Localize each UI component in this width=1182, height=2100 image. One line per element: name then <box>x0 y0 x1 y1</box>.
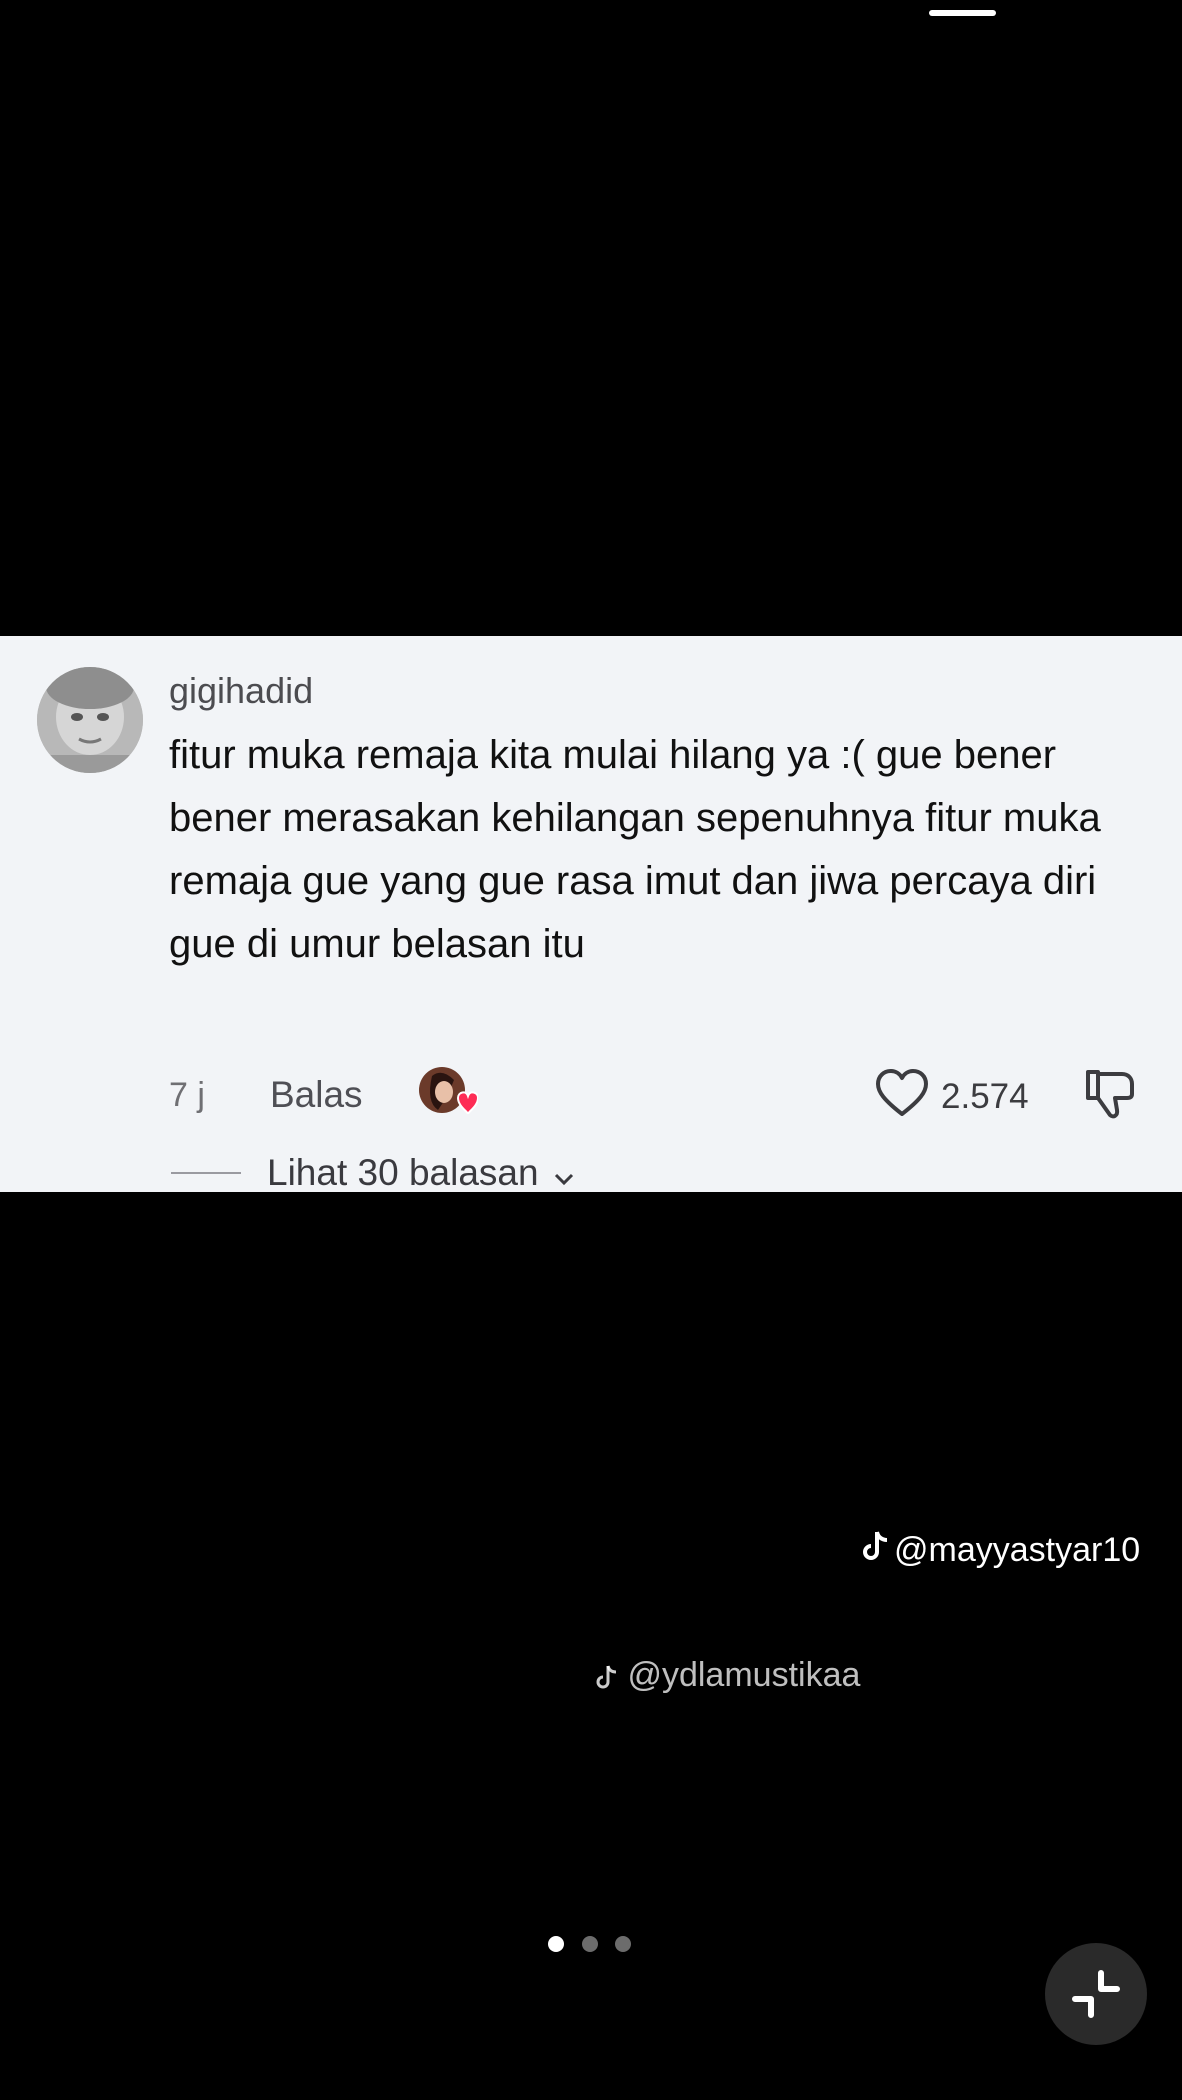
view-replies-button[interactable]: Lihat 30 balasan <box>267 1152 575 1196</box>
chevron-down-icon <box>553 1154 575 1196</box>
tiktok-logo-icon <box>596 1656 627 1694</box>
exit-fullscreen-button[interactable] <box>1045 1943 1147 2045</box>
comment-username[interactable]: gigihadid <box>169 670 313 712</box>
creator-handle: @mayyastyar10 <box>894 1531 1141 1569</box>
comment-text: fitur muka remaja kita mulai hilang ya :… <box>169 733 1101 966</box>
user-avatar[interactable] <box>37 667 143 773</box>
comment-actions: 7 j Balas 2.574 <box>0 1066 1182 1126</box>
view-replies-row: Lihat 30 balasan @ydlamustikaa <box>0 1148 1182 1694</box>
inline-watermark: @ydlamustikaa <box>596 1656 860 1695</box>
pager-dot-1[interactable] <box>548 1936 564 1952</box>
tiktok-logo-icon <box>862 1530 890 1571</box>
thumbs-down-icon[interactable] <box>1082 1066 1138 1122</box>
inline-watermark-handle: @ydlamustikaa <box>627 1656 861 1694</box>
replies-divider <box>171 1172 241 1174</box>
reply-button[interactable]: Balas <box>270 1074 363 1116</box>
carousel-pager <box>548 1936 634 1954</box>
collapse-icon <box>1045 1970 1147 2049</box>
creator-liked-heart-icon <box>418 1066 480 1122</box>
view-replies-label: Lihat 30 balasan <box>267 1152 539 1193</box>
comment-screenshot-card: gigihadid fitur muka remaja kita mulai h… <box>0 636 1182 1694</box>
creator-watermark: @mayyastyar10 <box>862 1530 1140 1571</box>
pager-dot-3[interactable] <box>615 1936 631 1952</box>
top-indicator-bar <box>929 10 996 16</box>
comment-timestamp: 7 j <box>169 1076 205 1114</box>
like-count: 2.574 <box>941 1077 1029 1116</box>
heart-outline-icon[interactable] <box>874 1066 930 1122</box>
pager-dot-2[interactable] <box>582 1936 598 1952</box>
